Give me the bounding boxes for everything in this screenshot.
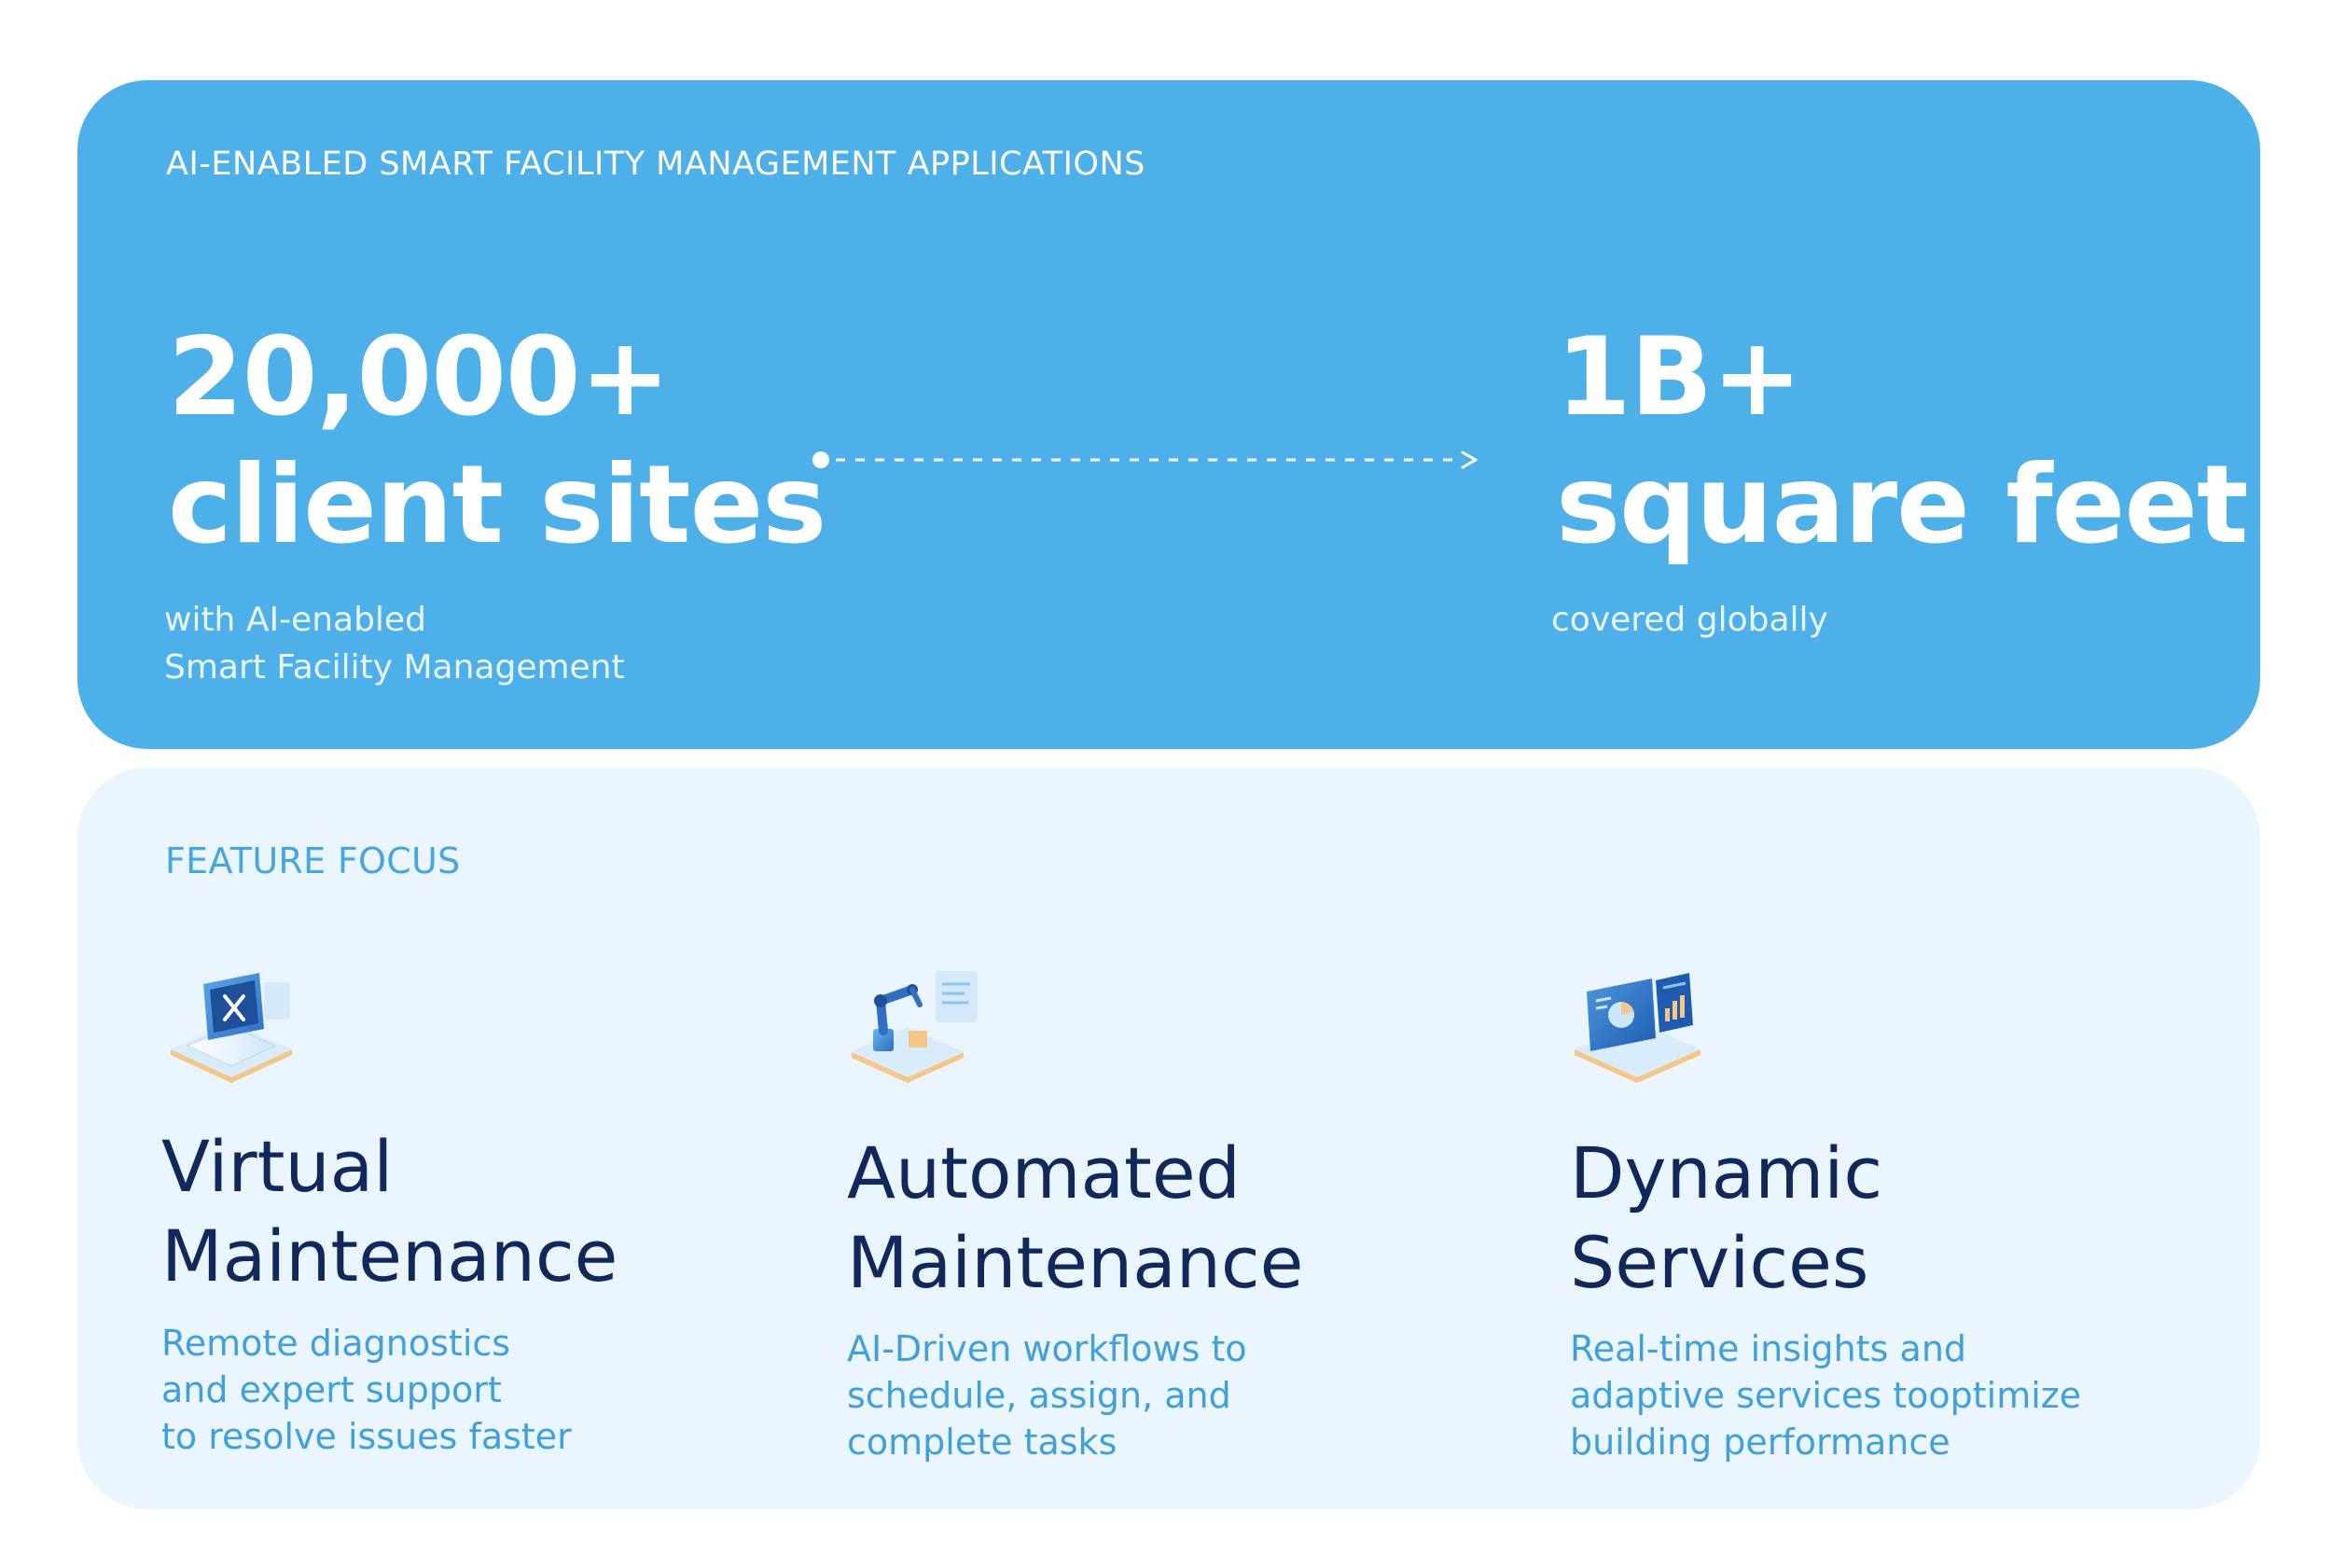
client-sites-stat: 20,000+ client sites <box>168 313 826 569</box>
feature-description-line: Real-time insights and <box>1570 1328 1967 1369</box>
dashboard-charts-icon <box>1575 973 1700 1083</box>
feature-description-line: schedule, assign, and <box>847 1375 1231 1416</box>
feature-description-line: building performance <box>1570 1422 1950 1463</box>
feature-title: Automated Maintenance <box>847 1129 1303 1308</box>
robot-arm-icon <box>852 971 978 1083</box>
feature-title-line: Maintenance <box>847 1221 1304 1304</box>
feature-title-line: Maintenance <box>161 1214 618 1297</box>
feature-focus-eyebrow: FEATURE FOCUS <box>165 840 461 881</box>
feature-title-line: Automated <box>847 1131 1241 1214</box>
laptop-tools-icon <box>171 973 292 1083</box>
square-feet-label: square feet <box>1556 442 2248 568</box>
feature-title-line: Virtual <box>161 1125 394 1208</box>
square-feet-stat: 1B+ square feet <box>1556 313 2248 569</box>
client-sites-caption-line: Smart Facility Management <box>164 648 625 687</box>
square-feet-caption-line: covered globally <box>1551 601 1828 639</box>
feature-description-line: AI-Driven workflows to <box>847 1328 1247 1369</box>
feature-description: Remote diagnostics and expert support to… <box>161 1320 572 1460</box>
square-feet-value: 1B+ <box>1556 314 1802 440</box>
feature-description-line: complete tasks <box>847 1422 1117 1463</box>
dashed-arrow-icon <box>812 451 1478 469</box>
feature-description-line: Remote diagnostics <box>161 1323 511 1364</box>
feature-title: Virtual Maintenance <box>161 1122 618 1301</box>
client-sites-value: 20,000+ <box>168 314 671 440</box>
page: AI-ENABLED SMART FACILITY MANAGEMENT APP… <box>0 0 2332 1568</box>
stats-card: AI-ENABLED SMART FACILITY MANAGEMENT APP… <box>77 80 2260 749</box>
client-sites-label: client sites <box>168 442 826 568</box>
client-sites-caption: with AI-enabled Smart Facility Managemen… <box>164 596 625 691</box>
feature-description: AI-Driven workflows to schedule, assign,… <box>847 1325 1247 1465</box>
client-sites-caption-line: with AI-enabled <box>164 601 426 639</box>
feature-title: Dynamic Services <box>1570 1129 1882 1308</box>
feature-focus-card: FEATURE FOCUS Virtual Maintenance Remote… <box>77 768 2260 1509</box>
stats-eyebrow: AI-ENABLED SMART FACILITY MANAGEMENT APP… <box>166 146 1145 183</box>
feature-description-line: adaptive services tooptimize <box>1570 1375 2082 1416</box>
square-feet-caption: covered globally <box>1551 596 1828 644</box>
feature-title-line: Dynamic <box>1570 1131 1883 1214</box>
feature-description-line: to resolve issues faster <box>161 1416 572 1457</box>
feature-description: Real-time insights and adaptive services… <box>1570 1325 2081 1465</box>
feature-description-line: and expert support <box>161 1369 502 1410</box>
feature-title-line: Services <box>1570 1221 1869 1304</box>
